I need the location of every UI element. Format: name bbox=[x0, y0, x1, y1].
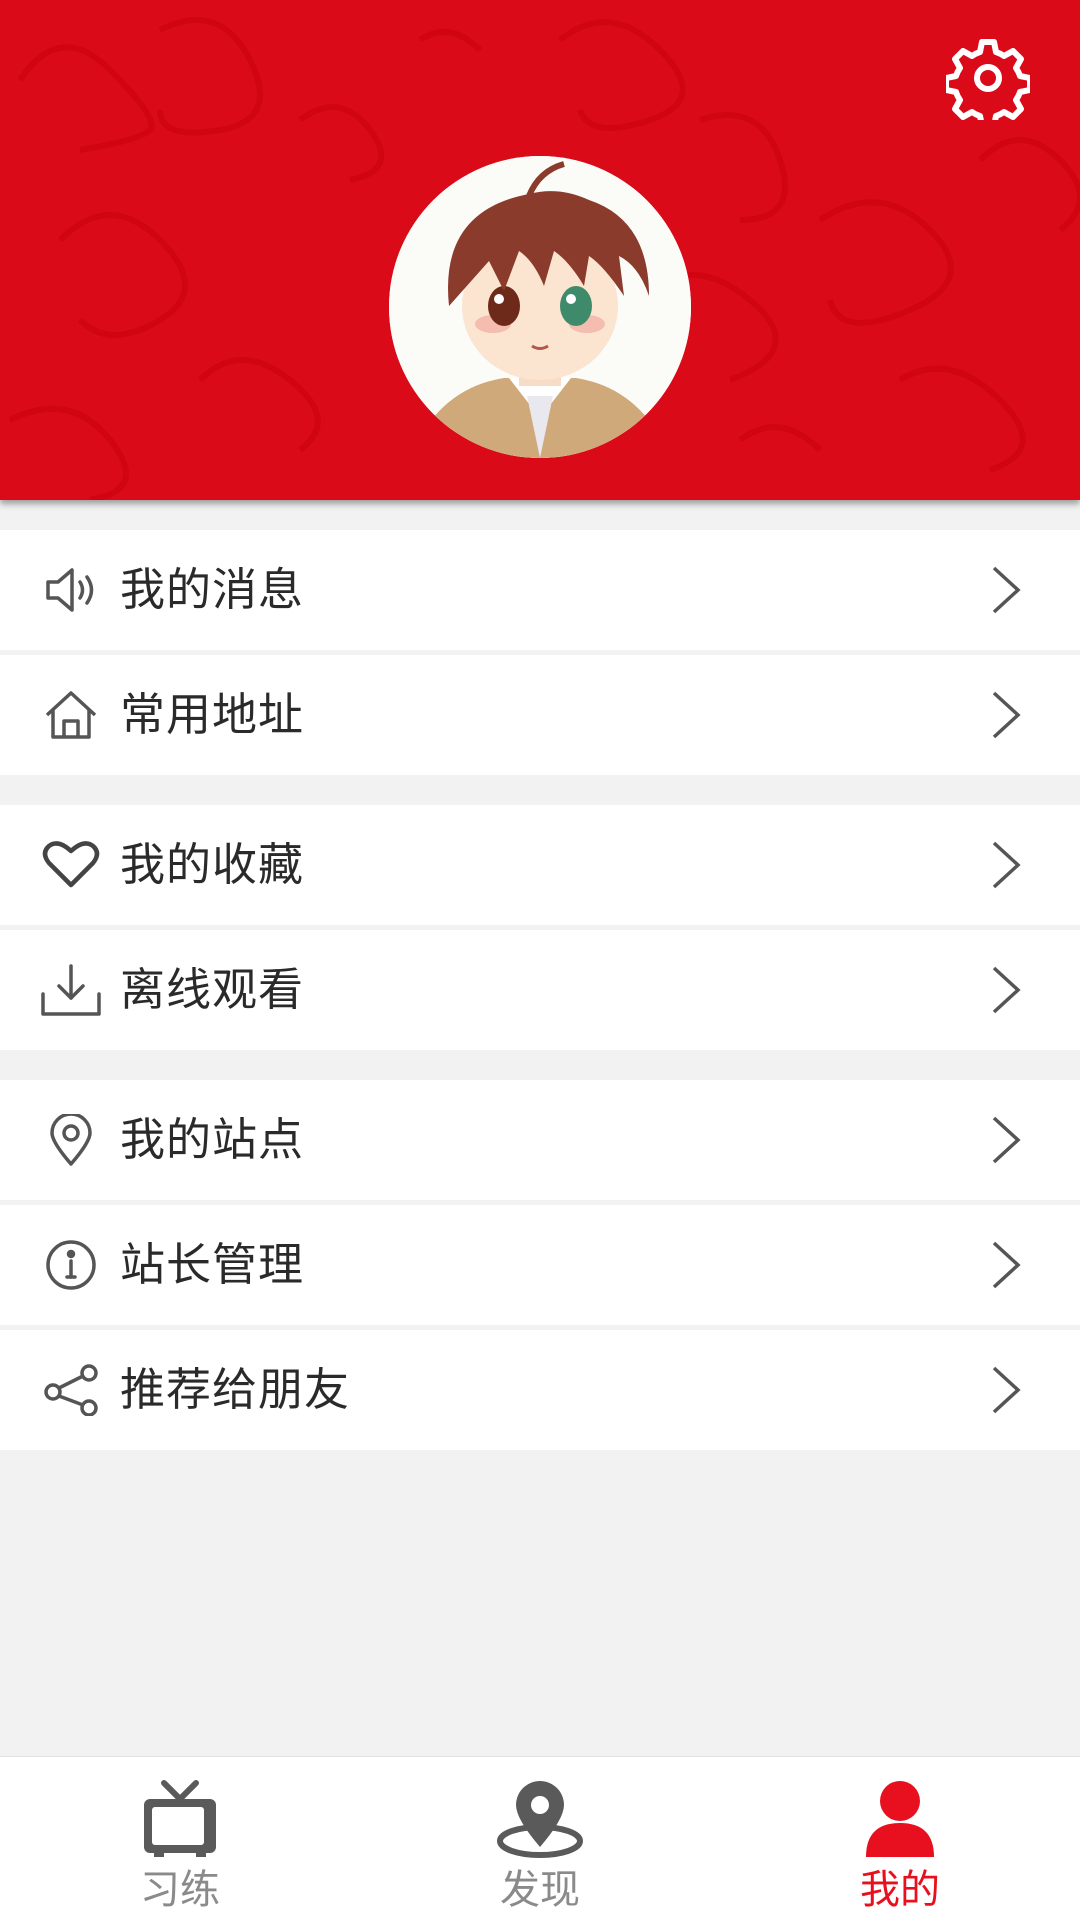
heart-icon bbox=[42, 841, 100, 888]
nav-tab-label: 我的 bbox=[860, 1867, 940, 1913]
home-icon bbox=[45, 691, 97, 739]
menu-item-common-address[interactable]: 常用地址 bbox=[0, 655, 1080, 775]
menu-item-label: 站长管理 bbox=[120, 1238, 305, 1291]
nav-tab-label: 发现 bbox=[500, 1867, 580, 1913]
person-icon bbox=[866, 1781, 934, 1857]
menu-item-label: 我的收藏 bbox=[120, 838, 305, 891]
avatar[interactable] bbox=[389, 156, 691, 458]
chevron-right-icon bbox=[992, 1366, 1021, 1414]
menu-item-my-site[interactable]: 我的站点 bbox=[0, 1080, 1080, 1200]
tv-icon bbox=[144, 1780, 216, 1857]
share-icon bbox=[44, 1364, 98, 1416]
nav-tab-mine[interactable]: 我的 bbox=[720, 1757, 1080, 1921]
menu-item-label: 推荐给朋友 bbox=[120, 1363, 351, 1416]
menu-item-label: 我的消息 bbox=[120, 563, 305, 616]
menu-item-recommend-to-friends[interactable]: 推荐给朋友 bbox=[0, 1330, 1080, 1450]
download-icon bbox=[41, 964, 101, 1016]
location-pin-icon bbox=[50, 1114, 92, 1166]
nav-tab-discover[interactable]: 发现 bbox=[360, 1757, 720, 1921]
profile-header bbox=[0, 0, 1080, 500]
menu-list: 我的消息 常用地址 我的收藏 离线观看 我的站点 站长管理 推荐给朋友 bbox=[0, 530, 1080, 1450]
chevron-right-icon bbox=[992, 566, 1021, 614]
group-spacer bbox=[0, 775, 1080, 805]
chevron-right-icon bbox=[992, 1116, 1021, 1164]
info-icon bbox=[46, 1240, 96, 1290]
chevron-right-icon bbox=[992, 841, 1021, 889]
menu-item-offline-viewing[interactable]: 离线观看 bbox=[0, 930, 1080, 1050]
gear-icon bbox=[943, 39, 1033, 129]
chevron-right-icon bbox=[992, 966, 1021, 1014]
menu-item-admin-management[interactable]: 站长管理 bbox=[0, 1205, 1080, 1325]
avatar-image bbox=[389, 156, 691, 458]
menu-item-label: 我的站点 bbox=[120, 1113, 305, 1166]
speaker-icon bbox=[46, 568, 94, 612]
chevron-right-icon bbox=[992, 691, 1021, 739]
chevron-right-icon bbox=[992, 1241, 1021, 1289]
settings-button[interactable] bbox=[943, 36, 1033, 129]
menu-item-my-favorites[interactable]: 我的收藏 bbox=[0, 805, 1080, 925]
nav-tab-practice[interactable]: 习练 bbox=[0, 1757, 360, 1921]
menu-item-label: 常用地址 bbox=[120, 688, 305, 741]
menu-item-my-messages[interactable]: 我的消息 bbox=[0, 530, 1080, 650]
nav-tab-label: 习练 bbox=[140, 1867, 220, 1913]
map-pin-icon bbox=[497, 1781, 583, 1858]
menu-item-label: 离线观看 bbox=[120, 963, 305, 1016]
group-spacer bbox=[0, 1050, 1080, 1080]
bottom-nav: 习练 发现 我的 bbox=[0, 1756, 1080, 1921]
